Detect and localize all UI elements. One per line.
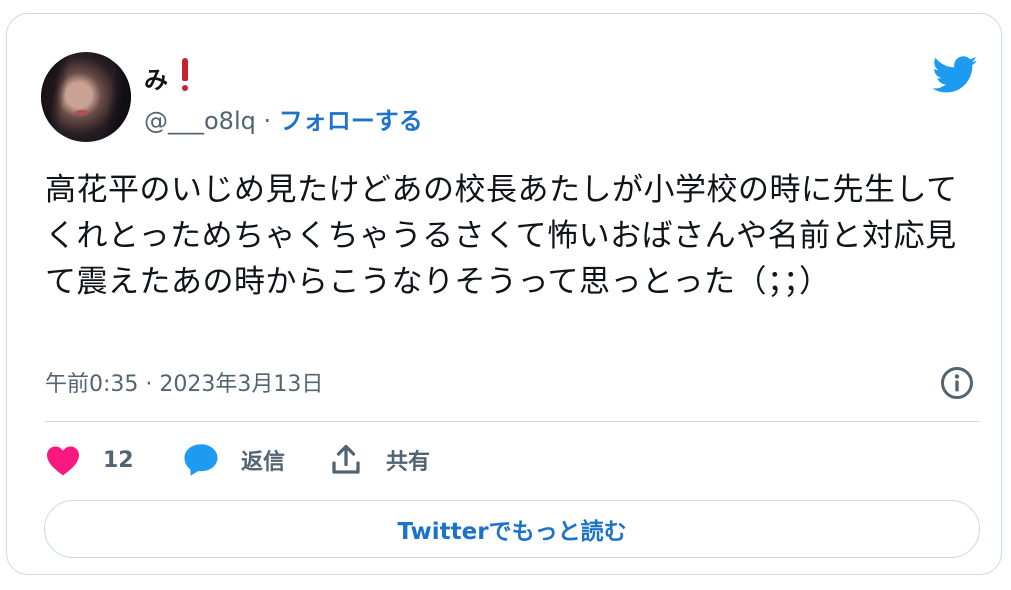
tweet-text: 高花平のいじめ見たけどあの校長あたしが小学校の時に先生してくれとっためちゃくちゃ… — [45, 172, 958, 300]
speech-bubble-icon — [184, 444, 218, 476]
display-name[interactable]: み — [144, 60, 168, 95]
share-upload-icon — [332, 444, 360, 474]
tweet-embed-card: み @___o8lq · フォローする 高花平のいじめ見たけどあの校長あたしが小… — [6, 13, 1002, 575]
tweet-timestamp[interactable]: 午前0:35 · 2023年3月13日 — [45, 366, 323, 398]
red-exclamation-icon — [181, 58, 189, 94]
separator-dot: · — [263, 107, 272, 135]
read-more-button[interactable]: Twitterでもっと読む — [44, 500, 980, 558]
reply-button[interactable]: 返信 — [183, 438, 285, 482]
like-button[interactable]: 12 — [45, 438, 134, 482]
avatar-lips — [75, 110, 89, 115]
handle-row: @___o8lq · フォローする — [144, 101, 423, 136]
avatar[interactable] — [41, 52, 131, 142]
reply-label: 返信 — [241, 450, 286, 475]
share-button[interactable]: 共有 — [328, 438, 430, 482]
info-icon[interactable] — [940, 366, 974, 400]
share-label: 共有 — [386, 450, 431, 475]
avatar-hair-shading — [41, 52, 131, 142]
follow-link[interactable]: フォローする — [279, 107, 423, 135]
divider — [45, 421, 980, 422]
like-count: 12 — [103, 447, 134, 473]
twitter-bird-icon[interactable] — [932, 56, 978, 94]
user-handle[interactable]: @___o8lq — [144, 107, 256, 135]
heart-icon — [47, 446, 79, 476]
